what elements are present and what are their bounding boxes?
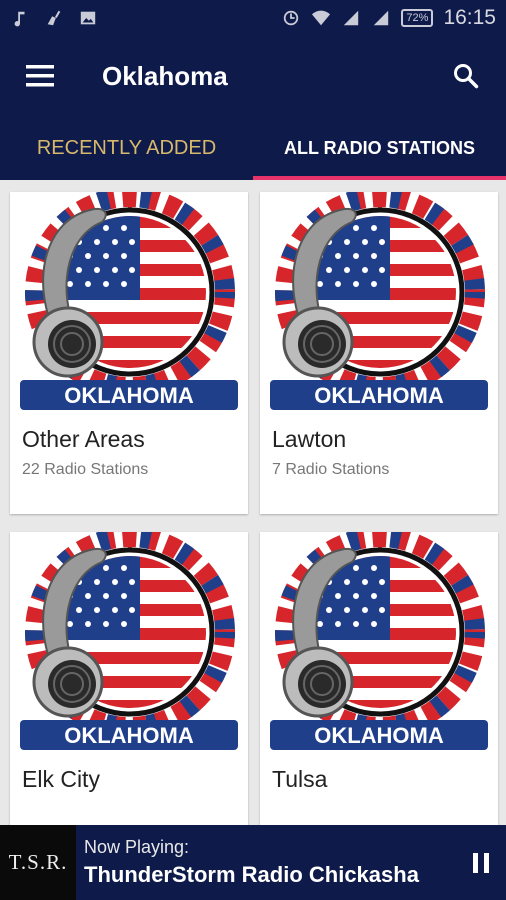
card-title: Lawton xyxy=(272,426,347,452)
svg-text:OKLAHOMA: OKLAHOMA xyxy=(64,723,194,748)
sync-icon xyxy=(284,10,299,26)
card-subtitle: 22 Radio Stations xyxy=(22,461,149,478)
broom-icon xyxy=(47,10,61,26)
oklahoma-radio-logo: OKLAHOMA xyxy=(260,532,498,760)
svg-text:OKLAHOMA: OKLAHOMA xyxy=(314,723,444,748)
search-button[interactable] xyxy=(426,36,506,116)
oklahoma-radio-logo: OKLAHOMA xyxy=(260,192,498,420)
card-title: Tulsa xyxy=(272,766,328,792)
clock: 16:15 xyxy=(443,6,496,29)
menu-icon xyxy=(26,65,54,87)
card-title: Elk City xyxy=(22,766,100,792)
svg-text:OKLAHOMA: OKLAHOMA xyxy=(64,383,194,408)
card-subtitle: 7 Radio Stations xyxy=(272,461,390,478)
oklahoma-radio-logo: OKLAHOMA xyxy=(10,192,248,420)
station-logo-text: T.S.R. xyxy=(8,850,68,874)
pause-icon xyxy=(473,852,489,873)
now-playing-station: ThunderStorm Radio Chickasha xyxy=(84,862,419,887)
station-logo: T.S.R. xyxy=(0,825,76,900)
oklahoma-radio-logo: OKLAHOMA xyxy=(10,532,248,760)
signal-icon xyxy=(344,10,359,26)
status-bar: 72% 16:15 xyxy=(0,0,506,36)
page-title: Oklahoma xyxy=(102,60,228,91)
tab-recently-added[interactable]: RECENTLY ADDED xyxy=(0,116,253,180)
now-playing-bar[interactable]: T.S.R. Now Playing: ThunderStorm Radio C… xyxy=(0,825,506,900)
card-title: Other Areas xyxy=(22,426,145,452)
now-playing-info: Now Playing: ThunderStorm Radio Chickash… xyxy=(84,837,419,888)
station-card[interactable]: OKLAHOMA Tulsa xyxy=(260,532,498,825)
wifi-icon xyxy=(312,10,331,26)
menu-button[interactable] xyxy=(0,36,80,116)
signal-icon-2 xyxy=(374,10,389,26)
image-icon xyxy=(80,11,96,25)
tab-bar: RECENTLY ADDED ALL RADIO STATIONS xyxy=(0,116,506,180)
station-card[interactable]: OKLAHOMA Lawton 7 Radio Stations xyxy=(260,192,498,514)
battery-indicator: 72% xyxy=(401,9,434,27)
svg-text:OKLAHOMA: OKLAHOMA xyxy=(314,383,444,408)
station-grid: OKLAHOMA Other Areas 22 Radio Stations O… xyxy=(0,180,506,825)
search-icon xyxy=(454,64,479,89)
pause-button[interactable] xyxy=(456,825,506,900)
station-card[interactable]: OKLAHOMA Other Areas 22 Radio Stations xyxy=(10,192,248,514)
tab-all-radio-stations[interactable]: ALL RADIO STATIONS xyxy=(253,116,506,180)
music-icon xyxy=(14,11,25,27)
app-bar: Oklahoma xyxy=(0,36,506,116)
now-playing-label: Now Playing: xyxy=(84,837,190,857)
station-card[interactable]: OKLAHOMA Elk City xyxy=(10,532,248,825)
